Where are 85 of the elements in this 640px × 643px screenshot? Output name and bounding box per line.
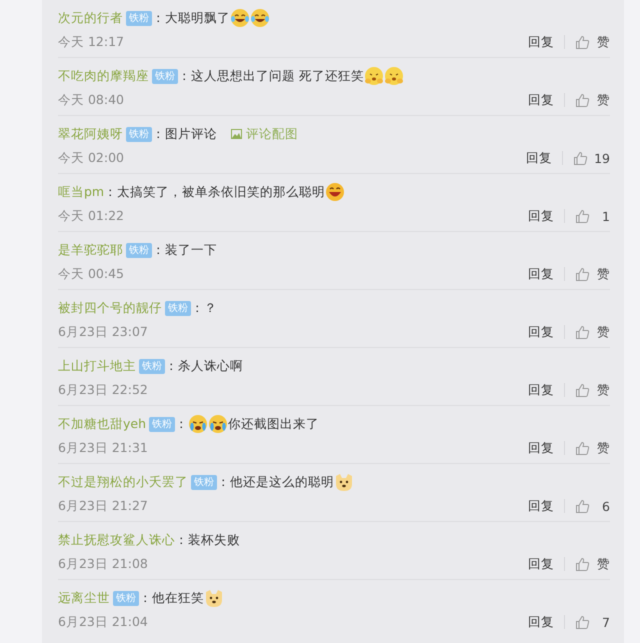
comment-time: 6月23日 21:27 — [58, 498, 148, 514]
thumbs-up-icon[interactable] — [575, 440, 590, 456]
thumbs-up-icon[interactable] — [575, 556, 590, 572]
colon: ： — [139, 590, 152, 606]
comment-time: 今天 08:40 — [58, 92, 124, 108]
reply-link[interactable]: 回复 — [528, 208, 554, 224]
like-count[interactable]: 赞 — [596, 556, 610, 572]
like-count[interactable]: 赞 — [596, 92, 610, 108]
colon: ： — [165, 358, 178, 374]
fan-badge: 铁粉 — [139, 358, 165, 374]
comment-time: 今天 01:22 — [58, 208, 124, 224]
comment-text: 太搞笑了，被单杀依旧笑的那么聪明 — [117, 184, 326, 200]
reply-link[interactable]: 回复 — [528, 34, 554, 50]
like-count[interactable]: 赞 — [596, 34, 610, 50]
comment-time: 6月23日 21:08 — [58, 556, 148, 572]
reply-link[interactable]: 回复 — [528, 498, 554, 514]
comment-text: 装杯失败 — [188, 532, 240, 548]
fan-badge: 铁粉 — [149, 416, 176, 432]
colon: ： — [178, 68, 191, 84]
reply-link[interactable]: 回复 — [528, 556, 554, 572]
comment-text: 杀人诛心啊 — [178, 358, 243, 374]
like-count[interactable]: 赞 — [596, 440, 610, 456]
reply-link[interactable]: 回复 — [528, 266, 554, 282]
dog-face-icon — [334, 472, 354, 492]
like-count[interactable]: 赞 — [596, 324, 610, 340]
colon: ： — [152, 126, 165, 142]
emoji-icon — [364, 66, 384, 86]
comment-time: 今天 00:45 — [58, 266, 124, 282]
comment-text: 装了一下 — [165, 242, 217, 258]
comment-text: 大聪明飘了 — [165, 10, 230, 26]
thumbs-up-icon[interactable] — [573, 150, 588, 166]
comment-text: 图片评论 — [165, 126, 217, 142]
fan-badge: 铁粉 — [165, 300, 191, 316]
fan-badge: 铁粉 — [191, 474, 217, 490]
reply-link[interactable]: 回复 — [528, 614, 554, 630]
colon: ： — [152, 242, 165, 258]
comment-time: 今天 12:17 — [58, 34, 124, 50]
reply-link[interactable]: 回复 — [528, 382, 554, 398]
comment-text: 他还是这么的聪明 — [230, 474, 334, 490]
like-count[interactable]: 6 — [596, 498, 610, 514]
thumbs-up-icon[interactable] — [575, 382, 590, 398]
comment-time: 6月23日 21:31 — [58, 440, 148, 456]
emoji-icon — [250, 8, 270, 28]
fan-badge: 铁粉 — [126, 10, 152, 26]
colon: ： — [217, 474, 230, 490]
like-count[interactable]: 1 — [596, 208, 610, 224]
comment-time: 6月23日 21:04 — [58, 614, 148, 630]
emoji-icon — [384, 66, 404, 86]
thumbs-up-icon[interactable] — [575, 34, 590, 50]
colon: ： — [104, 184, 118, 200]
colon: ： — [152, 10, 165, 26]
thumbs-up-icon[interactable] — [575, 266, 590, 282]
comment-time: 今天 02:00 — [58, 150, 124, 166]
like-count[interactable]: 赞 — [596, 382, 610, 398]
comment-time: 6月23日 23:07 — [58, 324, 148, 340]
fan-badge: 铁粉 — [152, 68, 178, 84]
like-count[interactable]: 19 — [594, 150, 610, 166]
dog-face-icon — [204, 588, 224, 608]
thumbs-up-icon[interactable] — [575, 92, 590, 108]
colon: ： — [175, 532, 188, 548]
comment-text: 这人思想出了问题 死了还狂笑 — [191, 68, 364, 84]
comment-text: 他在狂笑 — [152, 590, 204, 606]
reply-link[interactable]: 回复 — [526, 150, 552, 166]
comment-text: 你还截图出来了 — [228, 416, 320, 432]
thumbs-up-icon[interactable] — [575, 498, 590, 514]
fan-badge: 铁粉 — [126, 242, 152, 258]
emoji-icon — [325, 182, 346, 202]
colon: ： — [191, 300, 204, 316]
reply-link[interactable]: 回复 — [528, 92, 554, 108]
fan-badge: 铁粉 — [113, 590, 139, 606]
thumbs-up-icon[interactable] — [575, 324, 590, 340]
comment-text: ？ — [204, 300, 217, 316]
colon: ： — [175, 416, 188, 432]
thumbs-up-icon[interactable] — [575, 614, 590, 630]
emoji-icon — [188, 414, 208, 434]
thumbs-up-icon[interactable] — [575, 208, 590, 224]
emoji-icon — [208, 414, 228, 434]
reply-link[interactable]: 回复 — [528, 324, 554, 340]
comment-time: 6月23日 22:52 — [58, 382, 148, 398]
like-count[interactable]: 赞 — [596, 266, 610, 282]
like-count[interactable]: 7 — [596, 614, 610, 630]
emoji-icon — [230, 8, 250, 28]
reply-link[interactable]: 回复 — [528, 440, 554, 456]
fan-badge: 铁粉 — [126, 126, 152, 142]
image-icon — [231, 129, 242, 139]
